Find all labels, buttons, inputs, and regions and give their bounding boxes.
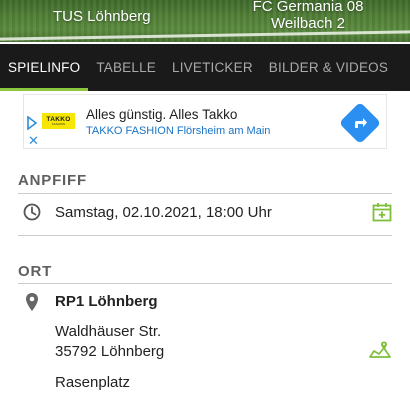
tab-liveticker[interactable]: LIVETICKER bbox=[164, 44, 261, 91]
away-team-line-1: FC Germania 08 bbox=[252, 0, 364, 15]
map-route-icon[interactable] bbox=[369, 340, 391, 358]
ad-title[interactable]: Alles günstig. Alles Takko bbox=[86, 107, 237, 122]
ad-banner[interactable]: ✕ TAKKO FASHION Alles günstig. Alles Tak… bbox=[23, 94, 387, 149]
tab-bar: SPIELINFO TABELLE LIVETICKER BILDER & VI… bbox=[0, 44, 410, 91]
away-team-line-2: Weilbach 2 bbox=[271, 15, 345, 32]
tab-bilder-videos[interactable]: BILDER & VIDEOS bbox=[261, 44, 396, 91]
venue-street: Waldhäuser Str. bbox=[55, 323, 162, 340]
location-pin-icon bbox=[26, 293, 38, 311]
kickoff-bottom-divider bbox=[18, 235, 392, 236]
clock-icon bbox=[23, 203, 41, 221]
tab-tabelle[interactable]: TABELLE bbox=[88, 44, 164, 91]
add-to-calendar-icon[interactable] bbox=[372, 202, 392, 222]
kickoff-heading: ANPFIFF bbox=[18, 172, 87, 189]
tab-spielinfo[interactable]: SPIELINFO bbox=[0, 44, 89, 91]
venue-city: 35792 Löhnberg bbox=[55, 343, 165, 360]
ad-close-icon[interactable]: ✕ bbox=[28, 133, 39, 149]
takko-logo: TAKKO FASHION bbox=[42, 113, 75, 129]
ad-subtitle[interactable]: TAKKO FASHION Flörsheim am Main bbox=[86, 125, 270, 137]
home-team-name: TUS Löhnberg bbox=[53, 8, 151, 25]
venue-name: RP1 Löhnberg bbox=[55, 293, 158, 310]
venue-heading: ORT bbox=[18, 263, 53, 280]
match-header: TUS Löhnberg FC Germania 08 Weilbach 2 bbox=[0, 0, 410, 42]
ad-logo-sub: FASHION bbox=[51, 122, 66, 126]
kickoff-datetime: Samstag, 02.10.2021, 18:00 Uhr bbox=[55, 204, 272, 221]
venue-surface: Rasenplatz bbox=[55, 374, 131, 391]
venue-divider bbox=[18, 283, 392, 284]
kickoff-divider bbox=[18, 193, 392, 194]
directions-arrow-icon bbox=[355, 118, 367, 128]
away-team-name: FC Germania 08 Weilbach 2 bbox=[248, 0, 368, 32]
ad-choices-icon[interactable] bbox=[26, 116, 38, 130]
